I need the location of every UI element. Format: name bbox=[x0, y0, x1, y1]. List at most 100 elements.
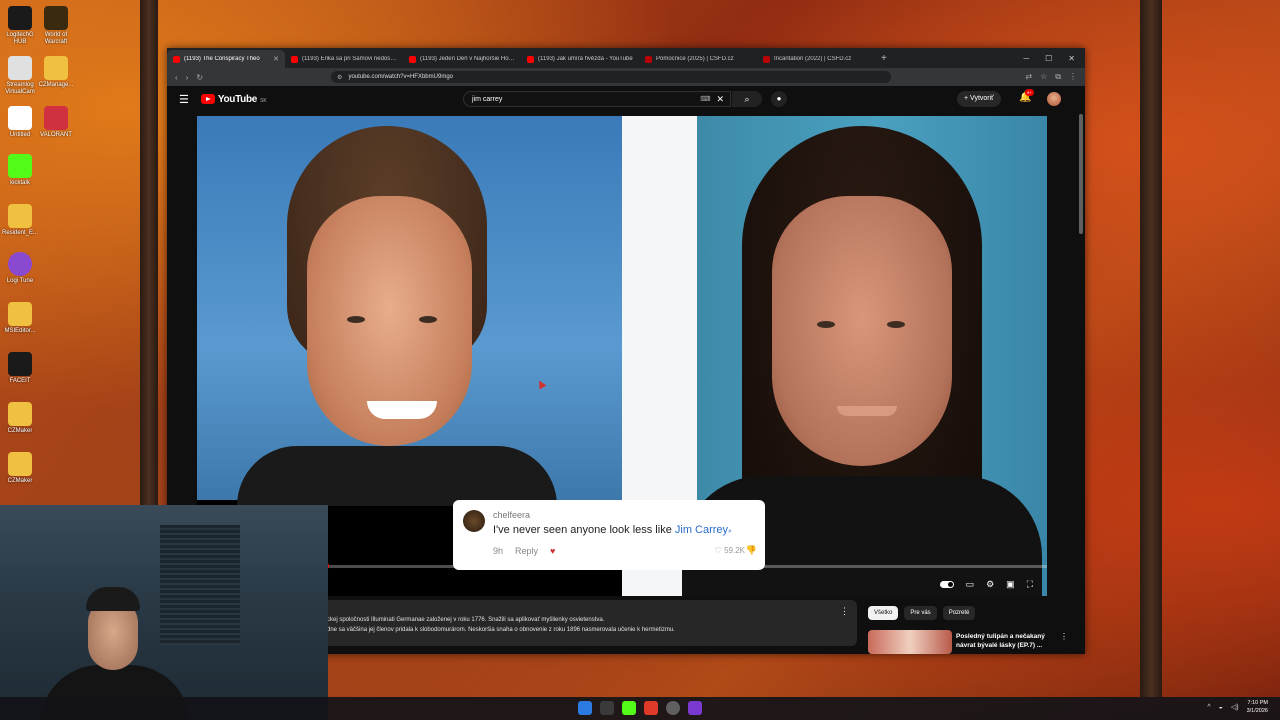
more-options-icon[interactable]: ⋮ bbox=[840, 606, 849, 616]
kick-icon bbox=[8, 154, 32, 178]
reply-button[interactable]: Reply bbox=[515, 546, 538, 556]
back-icon[interactable]: ‹ bbox=[175, 73, 178, 82]
chip-for-you[interactable]: Pre vás bbox=[904, 606, 937, 620]
desktop-icon-czmaker-2[interactable]: CZMaker bbox=[0, 452, 40, 485]
youtube-header: ☰ YouTube SK jim carrey ⌨ ✕ ⌕ ● + Vytvor… bbox=[167, 86, 1085, 112]
windows-start-icon[interactable] bbox=[578, 701, 592, 715]
tab-youtube-erika[interactable]: (1193) Erika sa pri Samovi nedostalo bbox=[285, 50, 403, 68]
folder-icon bbox=[44, 56, 68, 80]
forward-icon[interactable]: › bbox=[186, 73, 189, 82]
heart-icon: ♡ bbox=[714, 546, 725, 555]
folder-icon bbox=[8, 204, 32, 228]
video-description[interactable]: ckej spoločnosti Illuminati Germanae zal… bbox=[317, 600, 857, 646]
tab-csfd-incantation[interactable]: Incantation (2022) | ČSFD.cz bbox=[757, 50, 875, 68]
like-count[interactable]: ♡ 59.2K bbox=[715, 546, 745, 555]
recommended-title[interactable]: Posledný tulipán a nečakaný návrat býval… bbox=[956, 632, 1056, 650]
search-input[interactable]: jim carrey ⌨ ✕ bbox=[463, 91, 731, 107]
site-info-icon[interactable]: ⚙ bbox=[337, 74, 342, 81]
taskbar: ^ ◒ ◁) 7:10 PM 3/1/2026 bbox=[0, 697, 1280, 720]
faceit-icon bbox=[8, 352, 32, 376]
desktop-icon-czmanage[interactable]: CZManage... bbox=[36, 56, 76, 89]
recommended-video[interactable]: Posledný tulipán a nečakaný návrat býval… bbox=[868, 630, 1068, 654]
desktop-icon-msieditor[interactable]: MSIEditor... bbox=[0, 302, 40, 335]
notifications-button[interactable]: 🔔 9+ bbox=[1019, 89, 1034, 103]
obs-icon[interactable] bbox=[666, 701, 680, 715]
tab-youtube-jeden-den[interactable]: (1193) Jeden Deň v Najhoršie Hodn bbox=[403, 50, 521, 68]
desktop-icon-logitech[interactable]: LogitechG HUB bbox=[0, 6, 40, 46]
creator-heart-icon: ♥ bbox=[550, 546, 556, 556]
volume-icon[interactable]: ◁) bbox=[1231, 703, 1239, 711]
desktop-icon-logitune[interactable]: Logi Tune bbox=[0, 252, 40, 285]
desktop-icon-valorant[interactable]: VALORANT bbox=[36, 106, 76, 139]
tab-bar: (1193) The Conspiracy Theo ✕ (1193) Erika… bbox=[167, 48, 1085, 68]
twitch-icon[interactable] bbox=[688, 701, 702, 715]
miniplayer-icon[interactable]: ▣ bbox=[1006, 579, 1015, 590]
desktop-icon-untitled[interactable]: Untitled bbox=[0, 106, 40, 139]
chip-watched[interactable]: Pozreté bbox=[942, 606, 976, 620]
tree-trunk bbox=[1140, 0, 1162, 697]
voice-search-button[interactable]: ● bbox=[771, 91, 787, 107]
webcam-overlay bbox=[0, 505, 328, 720]
system-tray: ^ ◒ ◁) 7:10 PM 3/1/2026 bbox=[1207, 699, 1268, 715]
brave-icon[interactable] bbox=[644, 701, 658, 715]
file-icon bbox=[8, 106, 32, 130]
desktop-icon-czmaker[interactable]: CZMaker bbox=[0, 402, 40, 435]
dislike-icon[interactable]: 👎 bbox=[746, 545, 757, 556]
close-window-icon[interactable]: ✕ bbox=[1068, 54, 1075, 63]
maximize-icon[interactable]: ☐ bbox=[1045, 54, 1052, 63]
youtube-favicon-icon bbox=[527, 55, 534, 63]
kick-icon[interactable] bbox=[622, 701, 636, 715]
toolbar-actions: ⇄ ☆ ⧉ ⋮ bbox=[1025, 72, 1077, 82]
camera-icon bbox=[8, 56, 32, 80]
microphone-icon: ● bbox=[776, 94, 782, 103]
address-bar[interactable]: ⚙ youtube.com/watch?v=HFXbbmU9mgo bbox=[331, 71, 892, 83]
keyboard-icon[interactable]: ⌨ bbox=[700, 95, 710, 103]
more-options-icon[interactable]: ⋮ bbox=[1060, 632, 1068, 641]
desktop-icon-resident[interactable]: Resident_E... bbox=[0, 204, 40, 237]
youtube-logo[interactable]: YouTube SK bbox=[200, 94, 267, 105]
account-avatar[interactable] bbox=[1047, 92, 1061, 106]
autoplay-toggle[interactable] bbox=[939, 580, 954, 588]
comment-link[interactable]: Jim Carrey bbox=[675, 524, 728, 536]
new-tab-button[interactable]: + bbox=[881, 53, 887, 64]
search-query: jim carrey bbox=[472, 95, 503, 103]
hamburger-menu-icon[interactable]: ☰ bbox=[179, 93, 189, 106]
window-controls: ─ ☐ ✕ bbox=[1023, 54, 1085, 63]
tray-chevron-icon[interactable]: ^ bbox=[1207, 704, 1210, 711]
create-button[interactable]: + Vytvoriť bbox=[957, 91, 1001, 107]
video-frame-left bbox=[197, 116, 622, 506]
translate-icon[interactable]: ⇄ bbox=[1025, 72, 1032, 82]
desktop-icon-faceit[interactable]: FACEIT bbox=[0, 352, 40, 385]
settings-icon[interactable]: ⚙ bbox=[986, 579, 994, 590]
search-icon: ⌕ bbox=[744, 94, 750, 104]
close-tab-icon[interactable]: ✕ bbox=[273, 55, 279, 63]
clear-search-icon[interactable]: ✕ bbox=[716, 94, 724, 105]
minimize-icon[interactable]: ─ bbox=[1023, 54, 1029, 63]
youtube-favicon-icon bbox=[173, 55, 180, 63]
app-icon[interactable] bbox=[600, 701, 614, 715]
logitech-icon bbox=[8, 6, 32, 30]
taskbar-clock[interactable]: 7:10 PM 3/1/2026 bbox=[1247, 699, 1268, 715]
recommended-thumbnail[interactable] bbox=[868, 630, 952, 654]
reload-icon[interactable]: ↻ bbox=[196, 73, 203, 82]
desktop-icon-streamlog[interactable]: Streamlog VirtualCam bbox=[0, 56, 40, 96]
notification-badge: 9+ bbox=[1025, 89, 1034, 96]
fullscreen-icon[interactable]: ⛶ bbox=[1027, 579, 1033, 590]
taskbar-apps bbox=[578, 701, 702, 715]
search-button[interactable]: ⌕ bbox=[732, 91, 762, 107]
tab-csfd-pomocnice[interactable]: Pomocnice (2025) | ČSFD.cz bbox=[639, 50, 757, 68]
recommendation-filters: Všetko Pre vás Pozreté bbox=[868, 606, 976, 620]
desktop-icon-kicktalk[interactable]: kicktalk bbox=[0, 154, 40, 187]
extensions-icon[interactable]: ⧉ bbox=[1055, 72, 1061, 82]
tab-youtube-conspiracy[interactable]: (1193) The Conspiracy Theo ✕ bbox=[167, 50, 285, 68]
tab-youtube-hvezda[interactable]: (1193) Jak umírá hvězda - YouTube bbox=[521, 50, 639, 68]
bookmark-icon[interactable]: ☆ bbox=[1040, 72, 1047, 82]
page-scrollbar[interactable] bbox=[1079, 114, 1083, 234]
desktop-icon-wow[interactable]: World of Warcraft bbox=[36, 6, 76, 46]
chip-all[interactable]: Všetko bbox=[868, 606, 899, 620]
window-blinds bbox=[160, 525, 240, 645]
menu-icon[interactable]: ⋮ bbox=[1069, 72, 1077, 82]
subtitles-icon[interactable]: ▭ bbox=[966, 579, 975, 590]
youtube-favicon-icon bbox=[291, 55, 298, 63]
network-icon[interactable]: ◒ bbox=[1219, 704, 1223, 711]
